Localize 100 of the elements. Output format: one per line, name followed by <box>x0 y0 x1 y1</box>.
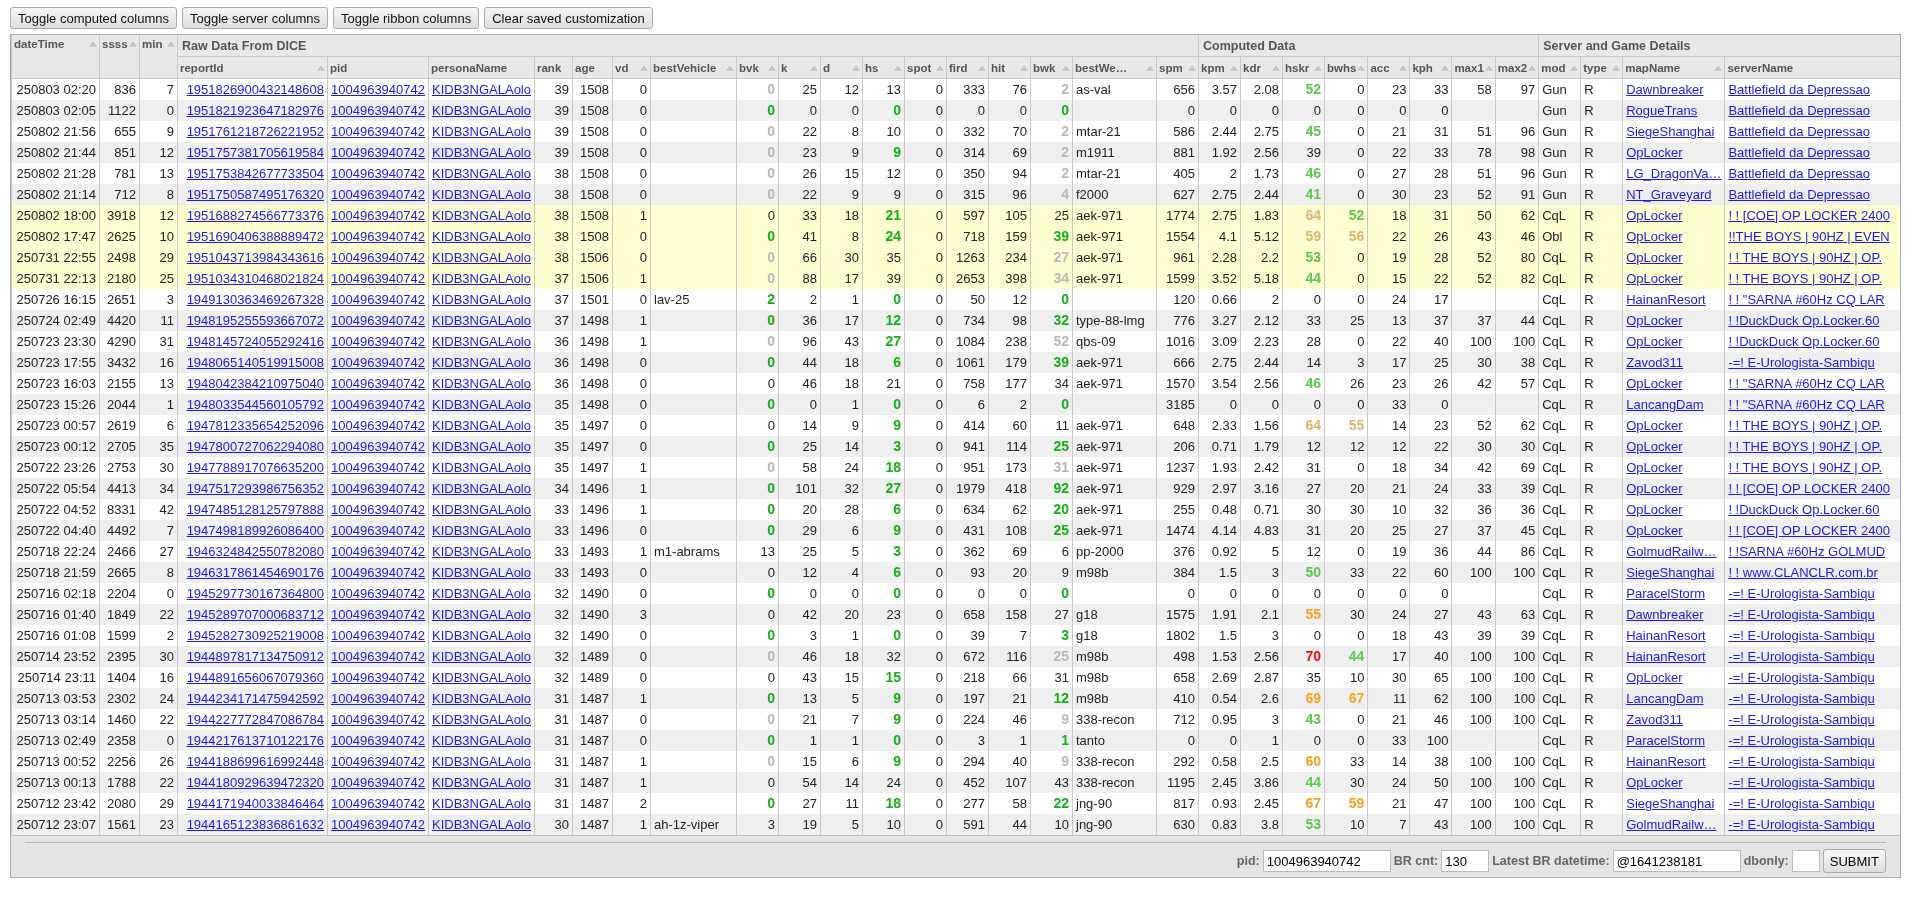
table-link[interactable]: 1951821923647182976 <box>186 103 324 118</box>
table-link[interactable]: SiegeShanghai <box>1626 796 1715 811</box>
toolbar-button[interactable]: Toggle computed columns <box>10 7 178 29</box>
table-link[interactable]: 1004963940742 <box>331 82 425 97</box>
table-link[interactable]: KIDB3NGALAolo <box>432 712 531 727</box>
table-link[interactable]: ! ! "SARNA #60Hz CQ LAR <box>1728 376 1885 391</box>
table-link[interactable]: OpLocker <box>1626 145 1683 160</box>
column-header[interactable]: fird <box>946 56 989 79</box>
table-link[interactable]: KIDB3NGALAolo <box>432 607 531 622</box>
table-link[interactable]: 1944188699616992448 <box>186 754 324 769</box>
table-link[interactable]: KIDB3NGALAolo <box>432 691 531 706</box>
column-header[interactable]: dateTime <box>11 35 100 79</box>
table-link[interactable]: 1004963940742 <box>331 712 425 727</box>
column-header[interactable]: max2 <box>1495 56 1539 79</box>
column-header[interactable]: bvk <box>736 56 779 79</box>
table-link[interactable]: 1004963940742 <box>331 313 425 328</box>
table-link[interactable]: KIDB3NGALAolo <box>432 670 531 685</box>
column-header[interactable]: bestVehicle <box>650 56 737 79</box>
table-link[interactable]: 1948065140519915008 <box>186 355 324 370</box>
table-link[interactable]: ! ! "SARNA #60Hz CQ LAR <box>1728 397 1885 412</box>
table-link[interactable]: HainanResort <box>1626 292 1706 307</box>
table-link[interactable]: KIDB3NGALAolo <box>432 544 531 559</box>
toolbar-button[interactable]: Clear saved customization <box>484 7 653 29</box>
table-link[interactable]: -=! E-Urologista-Sambiqu <box>1728 733 1875 748</box>
table-link[interactable]: 1944217613710122176 <box>186 733 324 748</box>
table-link[interactable]: OpLocker <box>1626 376 1683 391</box>
table-link[interactable]: 1004963940742 <box>331 103 425 118</box>
column-header[interactable]: mapName <box>1622 56 1725 79</box>
column-header[interactable]: k <box>778 56 821 79</box>
table-link[interactable]: GolmudRailw… <box>1626 544 1717 559</box>
table-link[interactable]: Battlefield da Depressao <box>1728 82 1871 97</box>
table-link[interactable]: 1951688274566773376 <box>186 208 324 223</box>
table-link[interactable]: 1004963940742 <box>331 334 425 349</box>
table-link[interactable]: 1947485128125797888 <box>186 502 324 517</box>
table-link[interactable]: 1947800727062294080 <box>186 439 324 454</box>
table-link[interactable]: 1004963940742 <box>331 481 425 496</box>
column-header[interactable]: spot <box>904 56 947 79</box>
table-link[interactable]: 1004963940742 <box>331 544 425 559</box>
column-header[interactable]: kph <box>1409 56 1452 79</box>
table-link[interactable]: ! ! THE BOYS | 90HZ | OP. <box>1728 439 1883 454</box>
column-header[interactable]: hskr <box>1282 56 1325 79</box>
table-link[interactable]: KIDB3NGALAolo <box>432 565 531 580</box>
table-link[interactable]: Battlefield da Depressao <box>1728 103 1871 118</box>
column-header[interactable]: hs <box>862 56 905 79</box>
table-link[interactable]: 1948042384210975040 <box>186 376 324 391</box>
table-link[interactable]: 1004963940742 <box>331 397 425 412</box>
table-link[interactable]: KIDB3NGALAolo <box>432 292 531 307</box>
table-link[interactable]: 1004963940742 <box>331 187 425 202</box>
column-header[interactable]: kdr <box>1240 56 1283 79</box>
table-link[interactable]: 1944171940033846464 <box>186 796 324 811</box>
table-link[interactable]: 1004963940742 <box>331 292 425 307</box>
input-field[interactable]: @1641238181 <box>1612 850 1741 872</box>
column-header[interactable]: min <box>139 35 178 79</box>
column-header[interactable]: max1 <box>1451 56 1496 79</box>
table-link[interactable]: 1951043713984343616 <box>186 250 324 265</box>
column-header[interactable]: ssss <box>99 35 140 79</box>
table-link[interactable]: -=! E-Urologista-Sambiqu <box>1728 817 1875 832</box>
table-link[interactable]: 1949130363469267328 <box>186 292 324 307</box>
table-link[interactable]: ! ! THE BOYS | 90HZ | OP. <box>1728 250 1883 265</box>
input-field[interactable]: 1004963940742 <box>1262 850 1391 872</box>
table-link[interactable]: -=! E-Urologista-Sambiqu <box>1728 607 1875 622</box>
column-header[interactable]: bestWe… <box>1072 56 1157 79</box>
table-link[interactable]: 1004963940742 <box>331 775 425 790</box>
table-link[interactable]: KIDB3NGALAolo <box>432 481 531 496</box>
table-link[interactable]: 1951750587495176320 <box>186 187 324 202</box>
column-header[interactable]: hit <box>988 56 1031 79</box>
table-link[interactable]: 1004963940742 <box>331 355 425 370</box>
table-link[interactable]: -=! E-Urologista-Sambiqu <box>1728 691 1875 706</box>
table-link[interactable]: 1004963940742 <box>331 208 425 223</box>
table-link[interactable]: Zavod311 <box>1626 712 1684 727</box>
table-link[interactable]: OpLocker <box>1626 250 1683 265</box>
table-link[interactable]: RogueTrans <box>1626 103 1698 118</box>
table-link[interactable]: KIDB3NGALAolo <box>432 733 531 748</box>
table-link[interactable]: KIDB3NGALAolo <box>432 334 531 349</box>
table-link[interactable]: KIDB3NGALAolo <box>432 208 531 223</box>
table-link[interactable]: OpLocker <box>1626 460 1683 475</box>
column-header[interactable]: type <box>1580 56 1623 79</box>
table-link[interactable]: LancangDam <box>1626 397 1704 412</box>
table-link[interactable]: 1951690406388889472 <box>186 229 324 244</box>
table-link[interactable]: 1004963940742 <box>331 754 425 769</box>
table-link[interactable]: SiegeShanghai <box>1626 124 1715 139</box>
column-header[interactable]: mod <box>1538 56 1581 79</box>
table-link[interactable]: ! !DuckDuck Op.Locker.60 <box>1728 334 1880 349</box>
table-link[interactable]: OpLocker <box>1626 481 1683 496</box>
table-link[interactable]: KIDB3NGALAolo <box>432 103 531 118</box>
table-link[interactable]: 1004963940742 <box>331 460 425 475</box>
table-link[interactable]: ! ! THE BOYS | 90HZ | OP. <box>1728 418 1883 433</box>
table-link[interactable]: ParacelStorm <box>1626 733 1705 748</box>
table-link[interactable]: 1951757381705619584 <box>186 145 324 160</box>
table-link[interactable]: !!THE BOYS | 90HZ | EVEN <box>1728 229 1890 244</box>
table-link[interactable]: NT_Graveyard <box>1626 187 1712 202</box>
table-link[interactable]: 1004963940742 <box>331 670 425 685</box>
table-link[interactable]: -=! E-Urologista-Sambiqu <box>1728 586 1875 601</box>
table-link[interactable]: KIDB3NGALAolo <box>432 124 531 139</box>
table-link[interactable]: 1948195255593667072 <box>186 313 324 328</box>
table-link[interactable]: HainanResort <box>1626 649 1706 664</box>
table-link[interactable]: KIDB3NGALAolo <box>432 187 531 202</box>
table-link[interactable]: 1945297730167364800 <box>186 586 324 601</box>
table-link[interactable]: KIDB3NGALAolo <box>432 796 531 811</box>
table-link[interactable]: KIDB3NGALAolo <box>432 313 531 328</box>
